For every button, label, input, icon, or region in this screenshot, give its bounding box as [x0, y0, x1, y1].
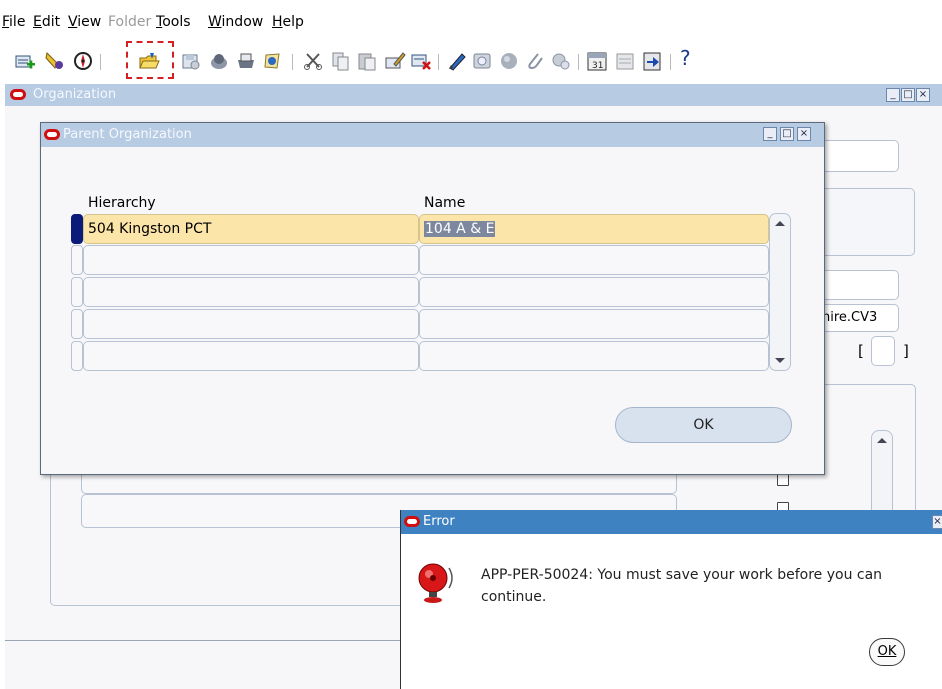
enabled-checkbox[interactable]	[777, 474, 789, 486]
error-dialog: Error × APP-PER-50024: You must save you…	[400, 510, 942, 689]
zoom-icon[interactable]	[472, 50, 494, 72]
internal-checkbox[interactable]	[871, 336, 895, 366]
dialog-title: Parent Organization	[63, 127, 192, 142]
oracle-logo-icon	[10, 89, 26, 100]
close-icon[interactable]: ×	[797, 127, 811, 141]
parent-organization-dialog: Parent Organization _ □ × Hierarchy Name…	[40, 122, 825, 475]
window-title: Organization	[33, 87, 117, 102]
copy-icon[interactable]	[330, 50, 352, 72]
org-panel	[819, 188, 915, 256]
name-cell[interactable]	[419, 245, 769, 275]
hierarchy-cell[interactable]: 504 Kingston PCT	[83, 214, 419, 244]
name-cell[interactable]	[419, 341, 769, 371]
name-cell[interactable]	[419, 277, 769, 307]
toolbar-separator	[670, 54, 671, 70]
menu-window[interactable]: Window	[208, 14, 263, 30]
ok-label: OK	[877, 644, 897, 659]
calendar-icon[interactable]: 31	[586, 50, 608, 72]
find-icon[interactable]	[44, 50, 66, 72]
column-header-hierarchy: Hierarchy	[88, 195, 156, 211]
menu-view[interactable]: View	[68, 14, 101, 30]
maximize-icon[interactable]: □	[780, 127, 794, 141]
hierarchy-cell[interactable]	[83, 309, 419, 339]
save-icon[interactable]	[180, 50, 202, 72]
error-titlebar: Error ×	[401, 510, 942, 534]
hierarchy-cell[interactable]	[83, 245, 419, 275]
row-indicator-current[interactable]	[71, 214, 83, 244]
edit-field-icon[interactable]	[446, 50, 468, 72]
org-name-field[interactable]	[819, 140, 899, 172]
location-field[interactable]: hire.CV3	[819, 304, 899, 332]
close-icon[interactable]: ×	[932, 515, 942, 529]
minimize-icon[interactable]: _	[763, 127, 777, 141]
ok-button[interactable]: OK	[615, 407, 792, 443]
dialog-title: Error	[423, 514, 455, 529]
close-form-icon[interactable]	[235, 50, 257, 72]
toolbar-separator	[292, 54, 293, 70]
delete-record-icon[interactable]	[410, 50, 432, 72]
hierarchy-cell[interactable]	[83, 341, 419, 371]
menu-folder: Folder	[108, 14, 152, 30]
name-value-selected: 104 A & E	[424, 221, 496, 237]
translations-icon[interactable]	[498, 50, 520, 72]
ok-button[interactable]: OK	[869, 638, 905, 666]
menu-help[interactable]: Help	[272, 14, 304, 30]
row-indicator[interactable]	[71, 309, 83, 339]
print-icon[interactable]	[208, 50, 230, 72]
oracle-logo-icon	[44, 129, 60, 140]
alarm-bell-icon	[415, 558, 455, 610]
bracket-right: ]	[903, 342, 909, 360]
hierarchy-cell[interactable]	[83, 277, 419, 307]
menu-bar: File Edit View Folder Tools Window Help	[0, 0, 942, 40]
svg-text:31: 31	[592, 61, 603, 71]
folder-tools-icon[interactable]	[550, 50, 572, 72]
new-record-icon[interactable]	[14, 50, 36, 72]
error-message: APP-PER-50024: You must save your work b…	[481, 567, 883, 605]
toolbar-separator	[438, 54, 439, 70]
scroll-down-icon[interactable]	[770, 354, 790, 368]
cut-icon[interactable]	[303, 50, 325, 72]
bracket-left: [	[858, 342, 864, 360]
parent-organization-titlebar: Parent Organization _ □ ×	[41, 123, 824, 147]
organization-titlebar: Organization _ □ ×	[5, 84, 942, 106]
toolbar-separator	[578, 54, 579, 70]
help-icon[interactable]: ?	[680, 46, 702, 70]
clear-icon[interactable]	[614, 50, 636, 72]
row-indicator[interactable]	[71, 341, 83, 371]
maximize-icon[interactable]: □	[901, 88, 915, 102]
name-cell[interactable]: 104 A & E	[419, 214, 769, 244]
name-cell[interactable]	[419, 309, 769, 339]
column-header-name: Name	[424, 195, 466, 211]
switch-responsibility-icon[interactable]	[641, 50, 663, 72]
toolbar-separator	[100, 54, 101, 70]
clear-record-icon[interactable]	[384, 50, 406, 72]
menu-file[interactable]: File	[2, 14, 25, 30]
folder-icon-highlight	[126, 41, 174, 79]
org-field-2[interactable]	[819, 270, 899, 300]
status-divider	[5, 640, 405, 641]
row-indicator[interactable]	[71, 245, 83, 275]
new-icon[interactable]	[262, 50, 284, 72]
attachments-icon[interactable]	[524, 50, 546, 72]
navigator-icon[interactable]	[72, 50, 94, 72]
paste-icon[interactable]	[356, 50, 378, 72]
oracle-logo-icon	[404, 516, 420, 527]
scroll-up-icon[interactable]	[770, 216, 790, 230]
minimize-icon[interactable]: _	[886, 88, 900, 102]
menu-tools[interactable]: Tools	[156, 14, 191, 30]
menu-edit[interactable]: Edit	[33, 14, 60, 30]
rows-scrollbar[interactable]	[769, 213, 791, 371]
row-indicator[interactable]	[71, 277, 83, 307]
close-icon[interactable]: ×	[916, 88, 930, 102]
